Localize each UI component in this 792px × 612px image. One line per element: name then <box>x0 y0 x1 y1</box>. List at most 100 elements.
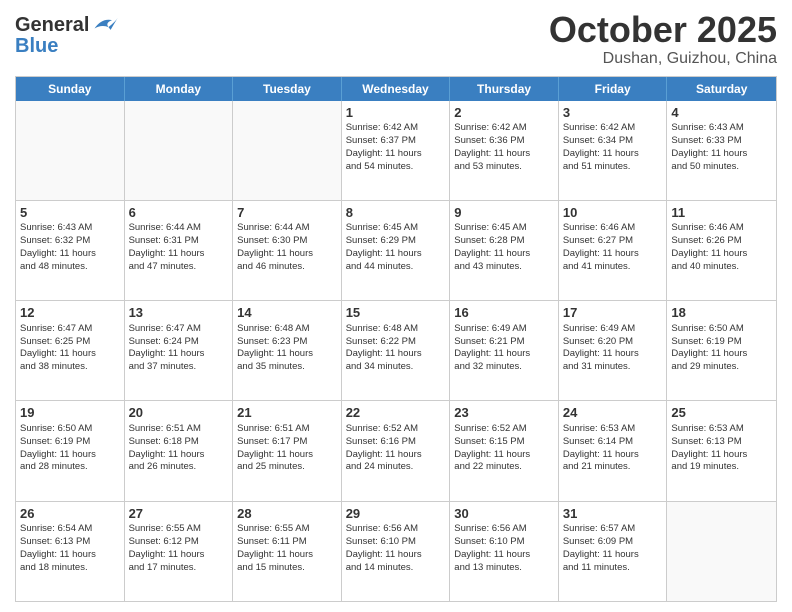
day-info-line: Sunrise: 6:48 AM <box>346 323 446 336</box>
day-info-line: Daylight: 11 hours <box>346 449 446 462</box>
day-info-line: Daylight: 11 hours <box>454 348 554 361</box>
day-info-line: and 50 minutes. <box>671 161 772 174</box>
day-info-line: Sunset: 6:16 PM <box>346 436 446 449</box>
day-info-line: Sunrise: 6:47 AM <box>20 323 120 336</box>
day-info-line: Sunset: 6:37 PM <box>346 135 446 148</box>
day-info-line: Daylight: 11 hours <box>129 248 229 261</box>
calendar-day-26: 26Sunrise: 6:54 AMSunset: 6:13 PMDayligh… <box>16 502 125 601</box>
day-number: 25 <box>671 404 772 422</box>
day-info-line: and 46 minutes. <box>237 261 337 274</box>
day-number: 9 <box>454 204 554 222</box>
weekday-header-tuesday: Tuesday <box>233 77 342 101</box>
day-info-line: and 15 minutes. <box>237 562 337 575</box>
day-info-line: and 48 minutes. <box>20 261 120 274</box>
day-info-line: Daylight: 11 hours <box>563 248 663 261</box>
day-number: 31 <box>563 505 663 523</box>
day-number: 13 <box>129 304 229 322</box>
calendar-day-15: 15Sunrise: 6:48 AMSunset: 6:22 PMDayligh… <box>342 301 451 400</box>
day-info-line: and 40 minutes. <box>671 261 772 274</box>
day-number: 17 <box>563 304 663 322</box>
day-info-line: Sunrise: 6:44 AM <box>129 222 229 235</box>
day-number: 6 <box>129 204 229 222</box>
day-info-line: Daylight: 11 hours <box>563 348 663 361</box>
calendar-day-14: 14Sunrise: 6:48 AMSunset: 6:23 PMDayligh… <box>233 301 342 400</box>
day-info-line: and 24 minutes. <box>346 461 446 474</box>
day-info-line: Daylight: 11 hours <box>129 449 229 462</box>
calendar-day-21: 21Sunrise: 6:51 AMSunset: 6:17 PMDayligh… <box>233 401 342 500</box>
day-number: 29 <box>346 505 446 523</box>
day-info-line: Sunset: 6:22 PM <box>346 336 446 349</box>
day-info-line: and 43 minutes. <box>454 261 554 274</box>
day-info-line: Sunset: 6:31 PM <box>129 235 229 248</box>
day-info-line: Sunrise: 6:55 AM <box>237 523 337 536</box>
day-info-line: and 14 minutes. <box>346 562 446 575</box>
calendar-day-12: 12Sunrise: 6:47 AMSunset: 6:25 PMDayligh… <box>16 301 125 400</box>
day-info-line: Sunset: 6:23 PM <box>237 336 337 349</box>
day-info-line: and 47 minutes. <box>129 261 229 274</box>
day-info-line: Sunset: 6:14 PM <box>563 436 663 449</box>
location-title: Dushan, Guizhou, China <box>549 50 777 68</box>
month-title: October 2025 <box>549 10 777 50</box>
calendar-cell-empty <box>16 101 125 200</box>
day-number: 19 <box>20 404 120 422</box>
calendar-day-22: 22Sunrise: 6:52 AMSunset: 6:16 PMDayligh… <box>342 401 451 500</box>
day-number: 27 <box>129 505 229 523</box>
calendar-day-2: 2Sunrise: 6:42 AMSunset: 6:36 PMDaylight… <box>450 101 559 200</box>
day-number: 10 <box>563 204 663 222</box>
day-info-line: Sunset: 6:18 PM <box>129 436 229 449</box>
day-info-line: and 19 minutes. <box>671 461 772 474</box>
day-info-line: Sunset: 6:34 PM <box>563 135 663 148</box>
day-info-line: Daylight: 11 hours <box>237 449 337 462</box>
calendar-day-29: 29Sunrise: 6:56 AMSunset: 6:10 PMDayligh… <box>342 502 451 601</box>
day-info-line: Sunrise: 6:51 AM <box>237 423 337 436</box>
day-number: 15 <box>346 304 446 322</box>
day-info-line: Daylight: 11 hours <box>129 348 229 361</box>
day-info-line: Sunrise: 6:42 AM <box>454 122 554 135</box>
day-number: 7 <box>237 204 337 222</box>
day-info-line: Sunrise: 6:43 AM <box>671 122 772 135</box>
day-info-line: Sunrise: 6:52 AM <box>454 423 554 436</box>
day-info-line: Sunset: 6:27 PM <box>563 235 663 248</box>
day-info-line: Daylight: 11 hours <box>671 248 772 261</box>
logo-bird-icon <box>91 14 119 36</box>
day-number: 23 <box>454 404 554 422</box>
calendar-day-19: 19Sunrise: 6:50 AMSunset: 6:19 PMDayligh… <box>16 401 125 500</box>
day-info-line: Sunrise: 6:56 AM <box>346 523 446 536</box>
calendar-day-31: 31Sunrise: 6:57 AMSunset: 6:09 PMDayligh… <box>559 502 668 601</box>
calendar-day-16: 16Sunrise: 6:49 AMSunset: 6:21 PMDayligh… <box>450 301 559 400</box>
day-info-line: and 28 minutes. <box>20 461 120 474</box>
day-info-line: Sunrise: 6:50 AM <box>671 323 772 336</box>
day-info-line: and 35 minutes. <box>237 361 337 374</box>
day-info-line: Daylight: 11 hours <box>454 148 554 161</box>
day-info-line: Sunset: 6:12 PM <box>129 536 229 549</box>
calendar-day-3: 3Sunrise: 6:42 AMSunset: 6:34 PMDaylight… <box>559 101 668 200</box>
day-info-line: and 34 minutes. <box>346 361 446 374</box>
day-info-line: and 29 minutes. <box>671 361 772 374</box>
day-info-line: and 41 minutes. <box>563 261 663 274</box>
day-info-line: Sunset: 6:25 PM <box>20 336 120 349</box>
calendar-cell-empty <box>233 101 342 200</box>
day-info-line: and 18 minutes. <box>20 562 120 575</box>
day-info-line: Daylight: 11 hours <box>346 549 446 562</box>
calendar-day-18: 18Sunrise: 6:50 AMSunset: 6:19 PMDayligh… <box>667 301 776 400</box>
day-info-line: Sunrise: 6:55 AM <box>129 523 229 536</box>
day-info-line: Sunset: 6:33 PM <box>671 135 772 148</box>
day-info-line: Daylight: 11 hours <box>454 248 554 261</box>
calendar-row-3: 19Sunrise: 6:50 AMSunset: 6:19 PMDayligh… <box>16 400 776 500</box>
calendar-day-7: 7Sunrise: 6:44 AMSunset: 6:30 PMDaylight… <box>233 201 342 300</box>
calendar-body: 1Sunrise: 6:42 AMSunset: 6:37 PMDaylight… <box>16 101 776 601</box>
day-number: 20 <box>129 404 229 422</box>
day-number: 22 <box>346 404 446 422</box>
day-info-line: Sunrise: 6:45 AM <box>454 222 554 235</box>
day-info-line: and 53 minutes. <box>454 161 554 174</box>
day-info-line: Sunset: 6:11 PM <box>237 536 337 549</box>
day-info-line: Daylight: 11 hours <box>237 348 337 361</box>
calendar-row-1: 5Sunrise: 6:43 AMSunset: 6:32 PMDaylight… <box>16 200 776 300</box>
calendar-day-17: 17Sunrise: 6:49 AMSunset: 6:20 PMDayligh… <box>559 301 668 400</box>
weekday-header-wednesday: Wednesday <box>342 77 451 101</box>
day-info-line: Sunset: 6:29 PM <box>346 235 446 248</box>
day-info-line: Sunset: 6:15 PM <box>454 436 554 449</box>
day-info-line: Sunset: 6:10 PM <box>346 536 446 549</box>
day-number: 2 <box>454 104 554 122</box>
day-info-line: Daylight: 11 hours <box>20 449 120 462</box>
